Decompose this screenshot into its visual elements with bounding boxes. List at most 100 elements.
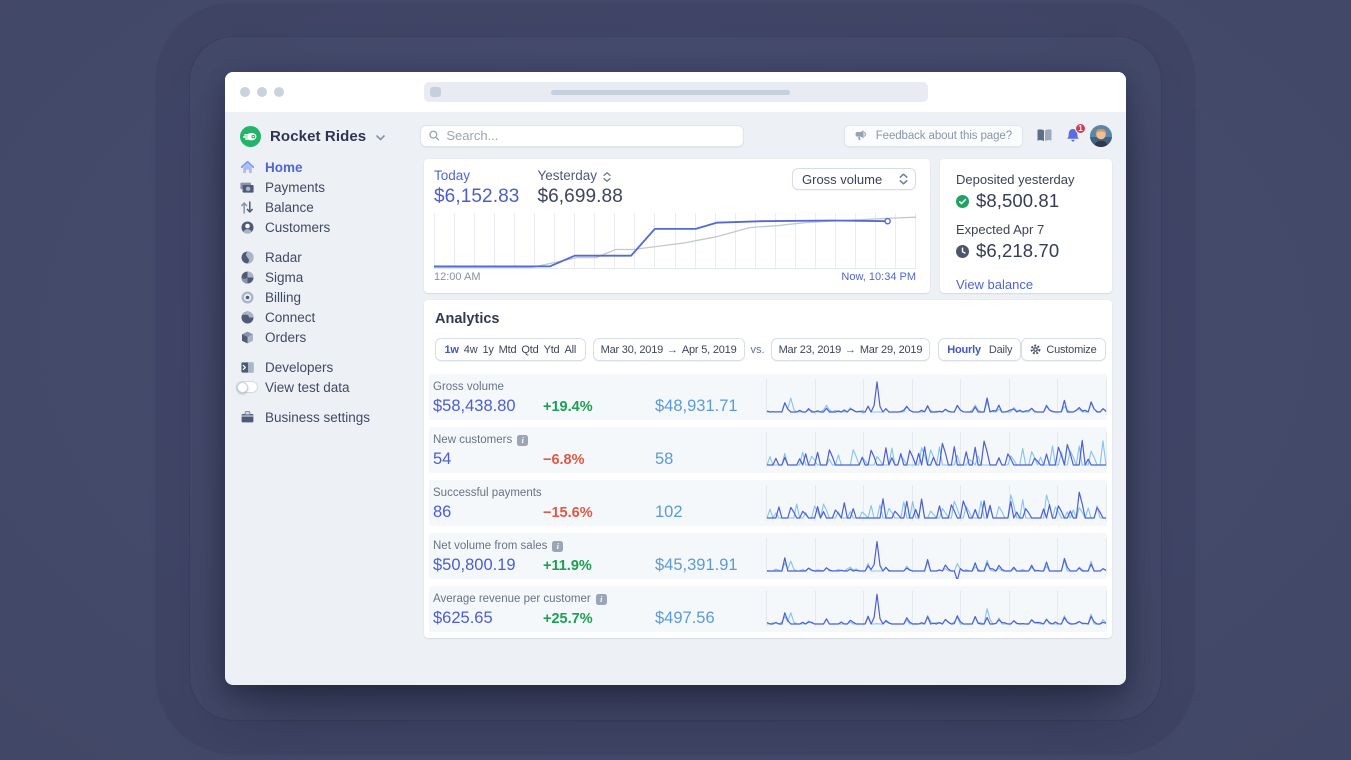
today-metric: Today $6,152.83 (434, 168, 519, 208)
x-axis-start-label: 12:00 AM (434, 271, 481, 283)
metric-compare-value: $45,391.91 (655, 556, 738, 574)
nav-group-gap (240, 397, 420, 407)
metric-row-successful-payments[interactable]: Successful payments 86 −15.6% 102 (429, 480, 1107, 526)
updown-chevrons-icon[interactable] (603, 172, 611, 182)
range-tab-qtd[interactable]: Qtd (519, 344, 541, 356)
sidebar-item-billing[interactable]: Billing (240, 287, 420, 307)
metric-label: Successful payments (433, 487, 542, 499)
sidebar-item-orders[interactable]: Orders (240, 327, 420, 347)
arrow-right-icon: → (667, 343, 678, 356)
sidebar-item-developers[interactable]: Developers (240, 357, 420, 377)
sidebar-item-test-data[interactable]: View test data (236, 377, 420, 397)
billing-icon (240, 291, 254, 304)
intraday-volume-chart (434, 213, 917, 269)
metric-change: −6.8% (543, 452, 585, 468)
search-input[interactable] (420, 124, 744, 147)
range-tab-mtd[interactable]: Mtd (496, 344, 519, 356)
test-data-toggle[interactable] (236, 381, 258, 393)
metric-change: +11.9% (543, 558, 592, 574)
metric-label: Average revenue per customer (433, 593, 591, 605)
metric-change: −15.6% (543, 505, 593, 521)
megaphone-icon (855, 130, 866, 140)
metric-compare-value: $497.56 (655, 609, 715, 627)
metric-sparkline (766, 533, 1107, 579)
view-balance-link[interactable]: View balance (956, 277, 1033, 292)
range-tab-all[interactable]: All (562, 344, 579, 356)
deposited-label: Deposited yesterday (956, 172, 1075, 187)
today-label: Today (434, 168, 471, 183)
range-tab-4w[interactable]: 4w (461, 344, 480, 356)
window-dot[interactable] (257, 87, 267, 97)
gross-volume-card: Today $6,152.83 Yesterday $6,699.88 Gros… (424, 159, 930, 293)
book-icon (1037, 129, 1052, 141)
metric-compare-value: 58 (655, 450, 674, 468)
sidebar-item-sigma[interactable]: Sigma (240, 267, 420, 287)
metric-label: New customers (433, 434, 513, 446)
metric-select[interactable]: Gross volume (792, 168, 916, 190)
granularity-hourly[interactable]: Hourly (947, 344, 981, 356)
metric-row-average-revenue-per-customer[interactable]: Average revenue per customer i $625.65 +… (429, 586, 1107, 632)
sidebar: Rocket Rides Home Payments Balance Custo… (225, 112, 420, 685)
customize-button[interactable]: Customize (1021, 338, 1106, 361)
business-settings-icon (240, 411, 254, 423)
favicon-placeholder (430, 87, 441, 97)
granularity-daily[interactable]: Daily (989, 344, 1013, 356)
metric-row-net-volume-from-sales[interactable]: Net volume from sales i $50,800.19 +11.9… (429, 533, 1107, 579)
developers-icon (240, 361, 254, 373)
sidebar-item-payments[interactable]: Payments (240, 177, 420, 197)
sidebar-item-balance[interactable]: Balance (240, 197, 420, 217)
search-field[interactable] (446, 128, 735, 143)
sidebar-item-connect[interactable]: Connect (240, 307, 420, 327)
radar-icon (240, 251, 254, 264)
range-from: Mar 30, 2019 (600, 343, 664, 356)
metric-select-value: Gross volume (802, 171, 883, 187)
vs-label: vs. (750, 343, 765, 356)
docs-button[interactable] (1037, 129, 1052, 142)
metric-row-new-customers[interactable]: New customers i 54 −6.8% 58 (429, 427, 1107, 473)
notifications-button[interactable]: 1 (1066, 123, 1086, 143)
customers-icon (240, 221, 254, 234)
range-tab-1w[interactable]: 1w (442, 344, 461, 356)
feedback-button[interactable]: Feedback about this page? (843, 124, 1023, 147)
metric-label: Net volume from sales (433, 540, 548, 552)
sidebar-item-customers[interactable]: Customers (240, 217, 420, 237)
check-circle-icon (956, 194, 969, 208)
metric-value: $58,438.80 (433, 397, 516, 415)
window-dot[interactable] (240, 87, 250, 97)
metric-value: $625.65 (433, 609, 493, 627)
stripe-dashboard: Rocket Rides Home Payments Balance Custo… (225, 112, 1126, 685)
info-icon[interactable]: i (595, 593, 607, 605)
arrow-right-icon: → (845, 343, 856, 356)
balance-card: Deposited yesterday $8,500.81 Expected A… (940, 159, 1112, 293)
metric-sparkline (766, 374, 1107, 420)
connect-icon (240, 311, 254, 324)
date-range-tabs: 1w 4w 1y Mtd Qtd Ytd All (435, 338, 586, 361)
metric-row-gross-volume[interactable]: Gross volume $58,438.80 +19.4% $48,931.7… (429, 374, 1107, 420)
metric-value: $50,800.19 (433, 556, 516, 574)
yesterday-label: Yesterday (537, 168, 597, 183)
range-tab-ytd[interactable]: Ytd (541, 344, 562, 356)
balance-icon (240, 200, 254, 214)
analytics-card: Analytics 1w 4w 1y Mtd Qtd Ytd All Mar 30, 201… (424, 300, 1112, 638)
window-dot[interactable] (274, 87, 284, 97)
sidebar-item-business-settings[interactable]: Business settings (240, 407, 420, 427)
info-icon[interactable]: i (552, 540, 564, 552)
address-bar[interactable] (424, 82, 928, 102)
feedback-label: Feedback about this page? (875, 129, 1012, 142)
yesterday-value: $6,699.88 (537, 186, 623, 207)
range-to: Apr 5, 2019 (681, 343, 737, 356)
sidebar-item-radar[interactable]: Radar (240, 247, 420, 267)
nav-group-gap (240, 347, 420, 357)
notification-badge: 1 (1075, 123, 1086, 134)
account-switcher[interactable]: Rocket Rides (240, 125, 420, 148)
primary-date-range[interactable]: Mar 30, 2019 → Apr 5, 2019 (592, 338, 745, 361)
metric-sparkline (766, 427, 1107, 473)
x-axis-now-label: Now, 10:34 PM (841, 271, 916, 283)
range-tab-1y[interactable]: 1y (480, 344, 496, 356)
user-avatar[interactable] (1090, 124, 1112, 147)
info-icon[interactable]: i (517, 434, 529, 446)
select-chevrons-icon (899, 173, 908, 185)
compare-date-range[interactable]: Mar 23, 2019 → Mar 29, 2019 (770, 338, 931, 361)
sidebar-item-home[interactable]: Home (240, 157, 420, 177)
metric-value: 54 (433, 450, 452, 468)
